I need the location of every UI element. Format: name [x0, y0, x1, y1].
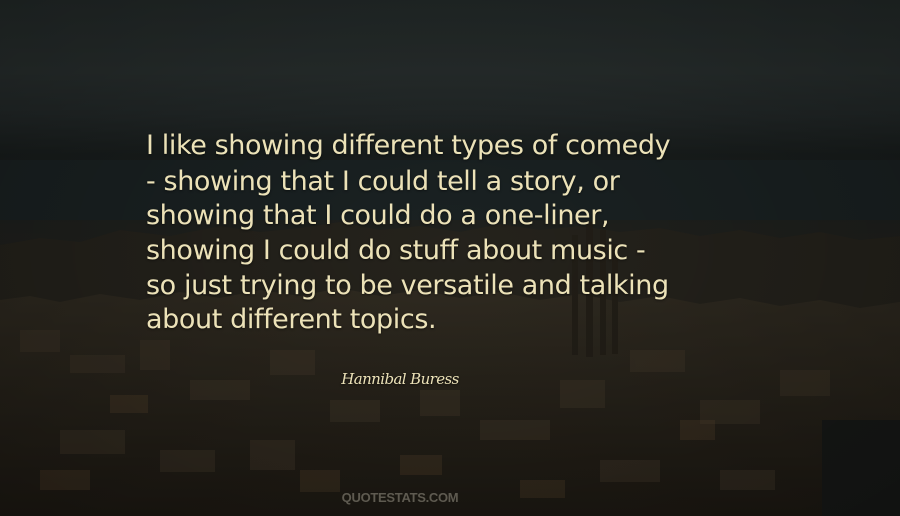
quote-line: - showing that I could tell a story, or: [146, 166, 620, 197]
quote-line: I like showing different types of comedy: [146, 130, 671, 161]
quote-image: I like showing different types of comedy…: [0, 0, 900, 516]
quote-line: about different topics.: [146, 304, 437, 335]
site-watermark: QUOTESTATS.COM: [341, 490, 459, 505]
quote-line: showing I could do stuff about music -: [146, 235, 646, 266]
quote-author: Hannibal Buress: [341, 370, 459, 388]
quote-line: showing that I could do a one-liner,: [146, 200, 610, 231]
quote-line: so just trying to be versatile and talki…: [146, 270, 669, 301]
